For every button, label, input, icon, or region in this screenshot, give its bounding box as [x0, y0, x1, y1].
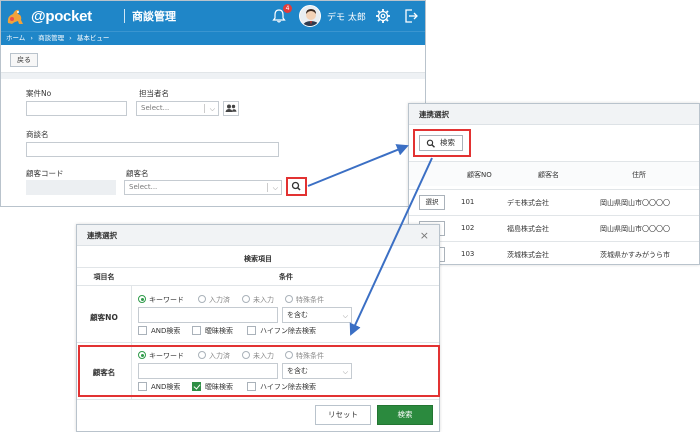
radio-keyword[interactable] [138, 295, 146, 303]
search-popup-title: 連携選択 [77, 225, 439, 246]
link-popup-title: 連携選択 [409, 104, 699, 125]
link-popup-search-button[interactable]: 検索 [419, 135, 463, 151]
case-no-input[interactable] [26, 101, 127, 116]
search-button-label: 検索 [440, 138, 455, 147]
search-icon [426, 139, 435, 148]
checkbox-hyphen-search[interactable] [247, 326, 256, 335]
checkbox-fuzzy-search[interactable] [192, 326, 201, 335]
customer-search-button[interactable] [286, 177, 307, 196]
chevron-down-icon: ⌵ [272, 184, 278, 192]
customer-code-label: 顧客コード [26, 169, 64, 178]
row-label-customer-no: 顧客NO [90, 313, 118, 322]
address-cell: 茨城県かすみがうら市 [600, 251, 670, 259]
breadcrumb-separator: › [30, 34, 33, 42]
column-header: 顧客名 [538, 171, 559, 179]
item-name-header: 項目名 [93, 273, 115, 281]
address-cell: 岡山県岡山市〇〇〇〇 [600, 225, 670, 233]
user-picker-button[interactable] [223, 101, 239, 116]
operator-select[interactable]: を含む ⌵ [282, 307, 352, 323]
row-divider [77, 342, 439, 343]
chevron-down-icon: ⌵ [342, 312, 348, 320]
radio-special[interactable] [285, 295, 293, 303]
reset-button[interactable]: リセット [315, 405, 371, 425]
avatar[interactable] [299, 5, 321, 27]
radio-label: 特殊条件 [296, 296, 324, 304]
chevron-down-icon: ⌵ [209, 105, 215, 113]
row-divider [77, 399, 439, 400]
breadcrumb-separator: › [69, 34, 72, 42]
select-divider [267, 183, 268, 192]
customer-code-field [26, 180, 116, 195]
breadcrumb-current: 基本ビュー [76, 34, 110, 42]
customer-no-keyword-input[interactable] [138, 307, 278, 323]
section-title: 検索項目 [244, 255, 272, 263]
notification-badge: 4 [283, 4, 292, 13]
customer-name-label: 顧客名 [126, 169, 149, 178]
breadcrumb-home[interactable]: ホーム [6, 34, 25, 42]
customer-name-select[interactable]: Select... ⌵ [124, 180, 282, 195]
customer-name-cell: デモ株式会社 [507, 199, 549, 207]
customer-name-cell: 茨城株式会社 [507, 251, 549, 259]
select-divider [204, 104, 205, 113]
gear-icon[interactable] [375, 8, 391, 24]
breadcrumb: ホーム › 商談管理 › 基本ビュー [1, 31, 425, 45]
case-no-label: 案件No [26, 89, 52, 98]
back-button[interactable]: 戻る [10, 53, 38, 67]
people-icon [225, 104, 237, 112]
radio-filled[interactable] [198, 295, 206, 303]
app-title: 商談管理 [132, 10, 176, 23]
operator-select-value: を含む [287, 311, 308, 319]
column-header: 顧客NO [467, 171, 492, 179]
owner-select-value: Select... [141, 104, 170, 112]
close-icon[interactable]: × [420, 229, 429, 242]
owner-label: 担当者名 [139, 89, 169, 98]
user-name[interactable]: デモ 太郎 [327, 10, 366, 23]
radio-label: 入力済 [209, 296, 230, 304]
table-row: 選択 103 茨城株式会社 茨城県かすみがうら市 [409, 241, 699, 264]
table-row: 選択 102 福島株式会社 岡山県岡山市〇〇〇〇 [409, 215, 699, 240]
customer-name-cell: 福島株式会社 [507, 225, 549, 233]
search-icon [291, 181, 301, 191]
address-cell: 岡山県岡山市〇〇〇〇 [600, 199, 670, 207]
checkbox-label: 曖昧検索 [205, 327, 233, 335]
checkbox-and-search[interactable] [138, 326, 147, 335]
owner-select[interactable]: Select... ⌵ [136, 101, 219, 116]
radio-empty[interactable] [242, 295, 250, 303]
app-window: @pocket 商談管理 4 デモ 太郎 ホーム › 商談管理 › 基本ビュー … [0, 0, 426, 207]
kangaroo-logo-icon [5, 6, 29, 26]
search-condition-popup: 連携選択 × 検索項目 項目名 条件 顧客NO キーワード 入力済 未入力 特殊… [76, 224, 440, 432]
row-divider [77, 267, 439, 268]
checkbox-label: AND検索 [151, 327, 181, 335]
customer-no-cell: 103 [461, 250, 475, 258]
condition-header: 条件 [279, 273, 293, 281]
customer-name-row-highlight [78, 345, 440, 397]
table-row: 選択 101 デモ株式会社 岡山県岡山市〇〇〇〇 [409, 189, 699, 214]
checkbox-label: ハイフン除去検索 [260, 327, 316, 335]
table-header: 顧客NO 顧客名 住所 [409, 161, 699, 186]
link-select-popup: 連携選択 検索 顧客NO 顧客名 住所 選択 101 デモ株式会社 岡山県岡山市… [408, 103, 700, 265]
column-header: 住所 [632, 171, 646, 179]
radio-label: 未入力 [253, 296, 274, 304]
customer-no-cell: 102 [461, 224, 475, 232]
logo[interactable]: @pocket [5, 6, 92, 26]
logout-icon[interactable] [403, 8, 419, 24]
select-row-button[interactable]: 選択 [419, 195, 445, 210]
app-header: @pocket 商談管理 4 デモ 太郎 [1, 1, 425, 31]
breadcrumb-module[interactable]: 商談管理 [38, 34, 64, 42]
logo-text: @pocket [31, 7, 92, 25]
search-submit-button[interactable]: 検索 [377, 405, 433, 425]
deal-name-label: 商談名 [26, 130, 49, 139]
header-divider [124, 9, 125, 23]
form-top-band [1, 73, 425, 79]
customer-name-select-value: Select... [129, 183, 158, 191]
radio-label: キーワード [149, 296, 184, 304]
customer-no-cell: 101 [461, 198, 475, 206]
deal-name-input[interactable] [26, 142, 279, 157]
